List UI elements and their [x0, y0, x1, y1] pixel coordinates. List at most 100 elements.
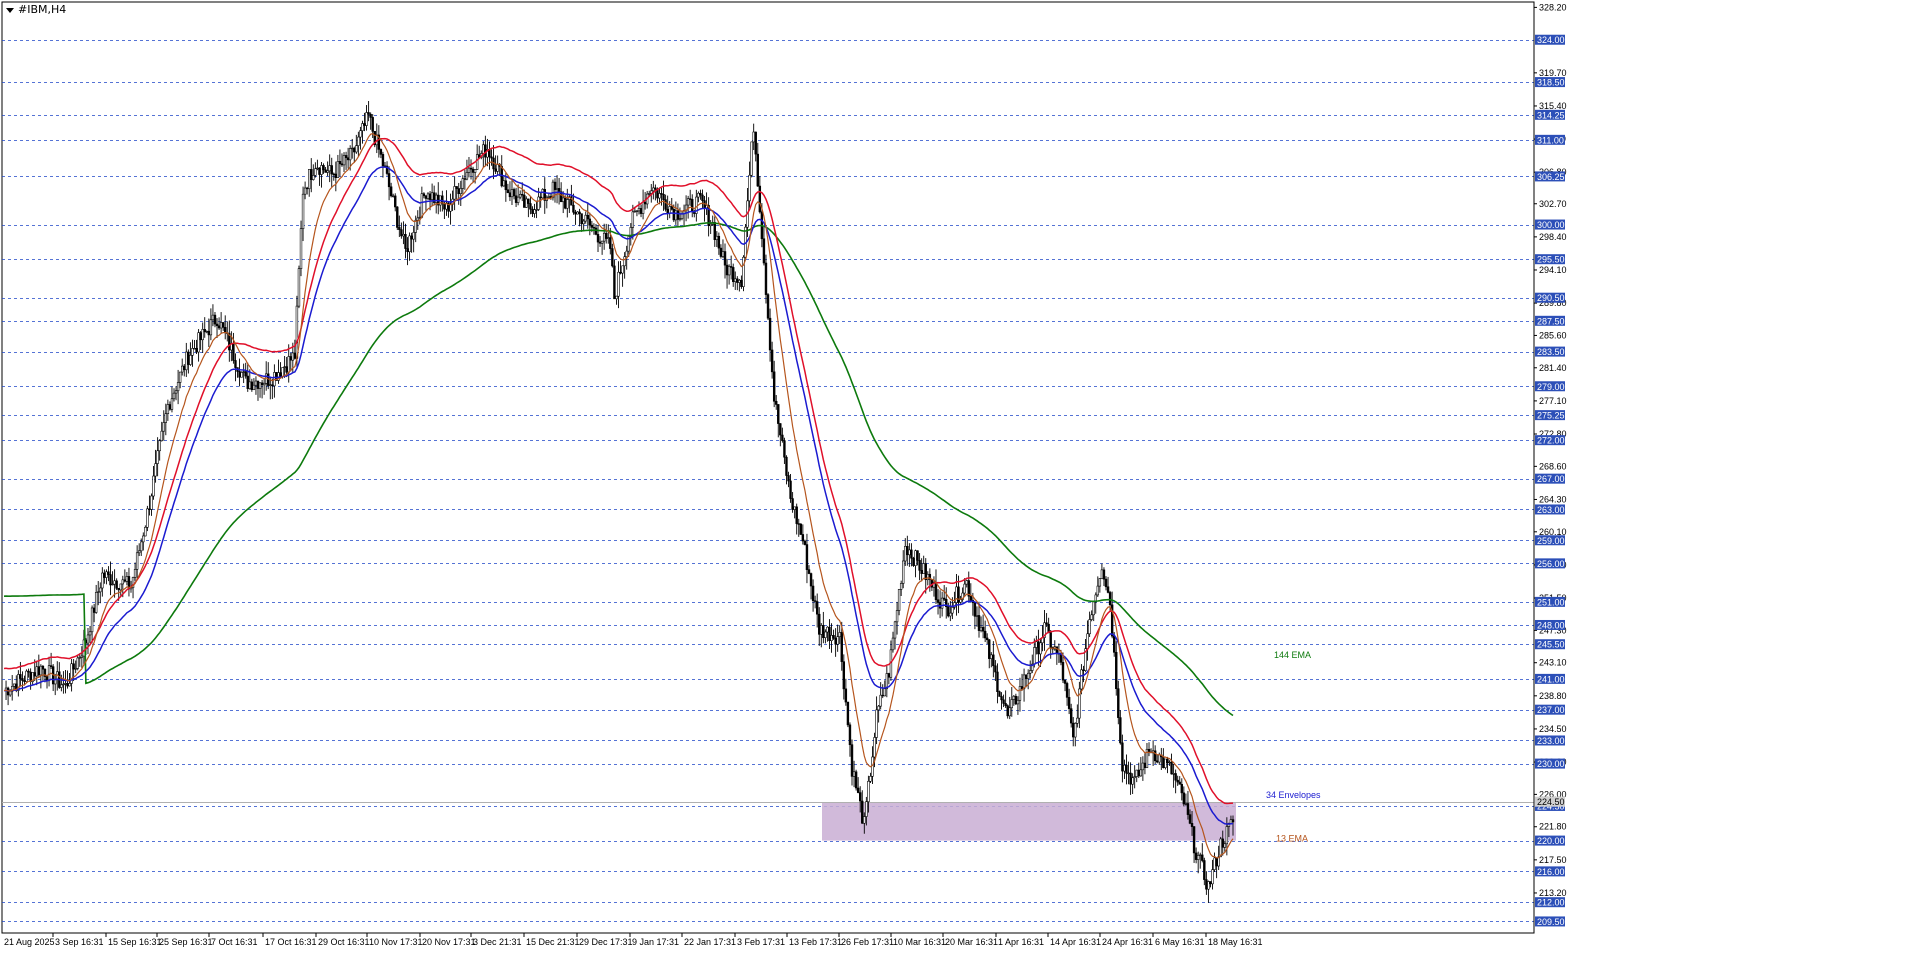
- candle: [691, 199, 694, 212]
- candle: [1039, 642, 1042, 655]
- candle: [205, 330, 208, 333]
- candle: [625, 250, 628, 258]
- level-tag-label: 245.50: [1537, 640, 1565, 650]
- candle: [715, 235, 719, 240]
- candle: [340, 163, 344, 166]
- candle: [33, 672, 36, 677]
- candle: [658, 193, 661, 199]
- candle: [727, 266, 731, 276]
- candle: [1016, 699, 1020, 705]
- candle: [201, 329, 204, 341]
- candle: [199, 332, 202, 341]
- candle: [1006, 705, 1009, 717]
- candle: [807, 569, 811, 574]
- candle: [713, 222, 716, 240]
- level-tag-label: 318.50: [1537, 78, 1565, 88]
- candle: [871, 756, 874, 777]
- price-chart[interactable]: 144 EMA34 Envelopes13 EMA328.20319.70315…: [0, 0, 1916, 963]
- candle: [813, 600, 817, 602]
- candle: [1172, 773, 1175, 775]
- candle: [594, 227, 598, 235]
- candle: [1221, 838, 1224, 848]
- candle: [506, 189, 510, 194]
- candle: [561, 197, 565, 203]
- candle: [1231, 819, 1235, 823]
- candle: [588, 218, 592, 226]
- candle: [721, 251, 725, 257]
- candle: [41, 665, 45, 670]
- candle: [732, 267, 735, 282]
- candle: [1186, 803, 1190, 815]
- candle: [39, 665, 43, 676]
- candle: [867, 780, 870, 803]
- current-price-label: 224.50: [1537, 797, 1565, 807]
- candle: [977, 615, 981, 631]
- candle: [574, 211, 577, 215]
- price-tick-label: 298.40: [1539, 232, 1567, 242]
- candle: [883, 688, 886, 697]
- candle: [635, 210, 639, 212]
- candle: [951, 607, 954, 614]
- support-zone[interactable]: [822, 802, 1236, 841]
- time-tick-label: 22 Jan 17:31: [684, 937, 736, 947]
- candle: [809, 573, 813, 587]
- candle: [815, 601, 819, 615]
- candle: [1061, 662, 1065, 681]
- candle: [178, 371, 182, 383]
- candle: [289, 356, 292, 361]
- candle: [402, 234, 405, 237]
- time-tick-label: 17 Oct 16:31: [265, 937, 317, 947]
- candle: [1080, 669, 1083, 690]
- candle: [174, 390, 178, 394]
- time-tick-label: 10 Mar 16:31: [893, 937, 946, 947]
- level-tag-label: 209.50: [1537, 917, 1565, 927]
- candle: [676, 210, 680, 220]
- candle: [801, 534, 805, 542]
- candle: [21, 678, 24, 681]
- candle: [398, 227, 401, 230]
- candle: [615, 295, 618, 300]
- candle: [254, 380, 258, 386]
- candle: [770, 349, 774, 373]
- candle: [881, 694, 884, 697]
- candle: [1065, 683, 1069, 698]
- candle: [566, 199, 569, 209]
- candle: [1037, 641, 1040, 655]
- level-tag-label: 275.25: [1537, 411, 1565, 421]
- chart-window[interactable]: 144 EMA 34 Envelopes 13 EMA 328.20 319.70 315…: [0, 0, 1916, 963]
- candle: [1086, 633, 1089, 649]
- candle: [805, 544, 809, 570]
- candle: [752, 131, 755, 143]
- candle: [119, 583, 122, 591]
- candle: [248, 381, 251, 389]
- candle: [1000, 696, 1003, 701]
- candle: [1072, 722, 1075, 738]
- candle: [426, 193, 430, 199]
- level-tag-label: 263.00: [1537, 505, 1565, 515]
- candle: [66, 683, 69, 687]
- level-tag-label: 272.00: [1537, 436, 1565, 446]
- candle: [920, 570, 923, 574]
- price-tick-label: 277.10: [1539, 396, 1567, 406]
- candle: [238, 371, 241, 378]
- symbol-title: #IBM,H4: [6, 3, 66, 16]
- candle: [777, 404, 780, 424]
- dropdown-arrow-icon[interactable]: [6, 7, 14, 13]
- candle: [35, 666, 38, 677]
- candle: [322, 165, 325, 171]
- candle: [965, 580, 968, 585]
- candle: [404, 234, 407, 249]
- candle: [1018, 686, 1022, 701]
- candle: [351, 147, 354, 150]
- candle: [1014, 695, 1018, 705]
- candle: [592, 227, 596, 229]
- level-tag-label: 306.25: [1537, 172, 1565, 182]
- candle: [170, 398, 174, 410]
- candle: [92, 607, 96, 613]
- candle: [832, 635, 835, 639]
- candle: [949, 612, 952, 617]
- candle: [1119, 717, 1122, 744]
- time-tick-label: 3 Dec 21:31: [473, 937, 522, 947]
- candle: [910, 549, 913, 559]
- candle: [326, 170, 329, 173]
